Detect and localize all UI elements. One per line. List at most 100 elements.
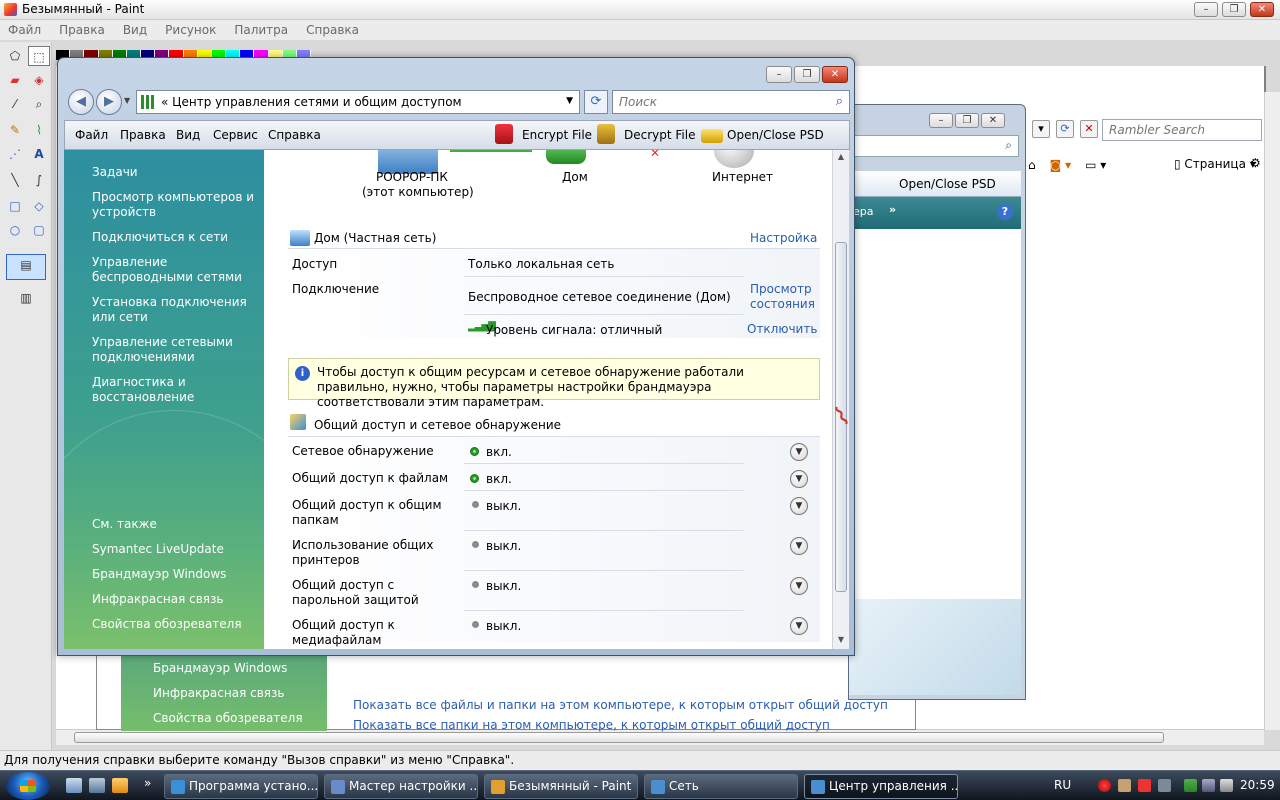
main-vertical-scrollbar[interactable]: ▲ ▼ (832, 150, 849, 649)
color-picker-icon[interactable]: ⁄ (4, 94, 26, 114)
internet-globe-icon[interactable] (714, 150, 754, 168)
paint-vertical-scrollbar[interactable] (1264, 92, 1280, 730)
taskbar-button[interactable]: Сеть (644, 774, 798, 799)
volume-icon[interactable] (1220, 779, 1233, 792)
eraser-icon[interactable]: ▰ (4, 70, 26, 90)
bg-link-show-all-files[interactable]: Показать все файлы и папки на этом компь… (353, 698, 888, 712)
history-chevron-down-icon[interactable]: ▼ (124, 96, 130, 105)
rounded-rect-tool-icon[interactable]: ▢ (28, 220, 50, 240)
antivirus-icon[interactable] (1098, 779, 1111, 792)
task-connect-network[interactable]: Подключиться к сети (92, 230, 260, 245)
bg-open-close-psd[interactable]: Open/Close PSD (899, 177, 996, 191)
battery-icon[interactable] (1184, 779, 1197, 792)
media-player-icon[interactable] (112, 778, 128, 793)
language-indicator[interactable]: RU (1054, 778, 1071, 792)
home-network-icon[interactable] (546, 150, 586, 164)
maximize-button[interactable]: ❐ (794, 66, 820, 83)
start-button[interactable] (6, 772, 50, 800)
tray-device-icon[interactable] (1158, 779, 1171, 792)
switch-windows-icon[interactable] (89, 778, 105, 793)
taskbar-button[interactable]: Безымянный - Paint (484, 774, 638, 799)
link-browser-properties[interactable]: Свойства обозревателя (92, 617, 260, 632)
polygon-tool-icon[interactable]: ◇ (28, 196, 50, 216)
quicklaunch-more-icon[interactable]: » (144, 776, 151, 790)
help-icon[interactable]: ? (997, 204, 1013, 220)
decrypt-file-button[interactable]: Decrypt File (624, 128, 695, 142)
magnifier-icon[interactable]: ⌕ (28, 94, 50, 114)
taskbar-button[interactable]: Программа устано... (164, 774, 318, 799)
rectangle-tool-icon[interactable]: □ (4, 196, 26, 216)
taskbar-button[interactable]: Центр управления ... (804, 774, 958, 799)
rambler-search-input[interactable]: Rambler Search (1102, 119, 1262, 141)
tray-app-icon[interactable] (1118, 779, 1131, 792)
bg-link-infrared[interactable]: Инфракрасная связь (153, 686, 284, 700)
scroll-up-arrow-icon[interactable]: ▲ (835, 152, 847, 164)
ellipse-tool-icon[interactable]: ○ (4, 220, 26, 240)
bg-search-icon[interactable]: ⌕ (1005, 138, 1012, 153)
paint-menu-view[interactable]: Вид (123, 23, 147, 37)
paint-minimize-button[interactable]: – (1194, 2, 1218, 17)
transparent-mode-icon[interactable]: ▤ (6, 254, 46, 280)
brush-icon[interactable]: ⌇ (28, 120, 50, 140)
link-infrared[interactable]: Инфракрасная связь (92, 592, 260, 607)
fill-icon[interactable]: ◈ (28, 70, 50, 90)
network-tray-icon[interactable] (1202, 779, 1215, 792)
bg-link-show-all-folders[interactable]: Показать все папки на этом компьютере, к… (353, 718, 830, 732)
airbrush-icon[interactable]: ⋰ (4, 144, 26, 164)
bg-close-button[interactable]: ✕ (981, 113, 1005, 128)
paint-menu-colors[interactable]: Палитра (234, 23, 288, 37)
paint-maximize-button[interactable]: ❐ (1222, 2, 1246, 17)
network-settings-link[interactable]: Настройка (750, 231, 817, 245)
ie-dropdown-icon[interactable]: ▾ (1032, 120, 1050, 138)
close-button[interactable]: ✕ (822, 66, 848, 83)
expand-chevron-down-icon[interactable]: ▼ (790, 537, 808, 555)
clock[interactable]: 20:59 (1240, 778, 1275, 792)
disconnect-link[interactable]: Отключить (747, 322, 817, 336)
address-chevron-down-icon[interactable]: ▼ (566, 96, 573, 106)
paint-menu-image[interactable]: Рисунок (165, 23, 216, 37)
encrypt-file-button[interactable]: Encrypt File (522, 128, 592, 142)
rss-icon[interactable]: ◙ ▾ (1050, 158, 1071, 172)
minimize-button[interactable]: – (766, 66, 792, 83)
search-icon[interactable]: ⌕ (836, 94, 843, 109)
forward-arrow-icon[interactable]: ▶ (96, 89, 122, 115)
open-close-psd-button[interactable]: Open/Close PSD (727, 128, 824, 142)
back-arrow-icon[interactable]: ◀ (68, 89, 94, 115)
paint-menu-help[interactable]: Справка (306, 23, 359, 37)
print-icon[interactable]: ▭ ▾ (1085, 158, 1106, 172)
menu-tools[interactable]: Сервис (213, 128, 258, 142)
menu-file[interactable]: Файл (75, 128, 108, 142)
taskbar-button[interactable]: Мастер настройки ... (324, 774, 478, 799)
bg-maximize-button[interactable]: ❐ (955, 113, 979, 128)
bg-link-browser-props[interactable]: Свойства обозревателя (153, 711, 303, 725)
show-desktop-icon[interactable] (66, 778, 82, 793)
text-tool-icon[interactable]: A (28, 144, 50, 164)
opaque-mode-icon[interactable]: ▥ (6, 288, 46, 314)
paint-hscroll-thumb[interactable] (74, 732, 1164, 743)
expand-chevron-down-icon[interactable]: ▼ (790, 470, 808, 488)
view-status-link[interactable]: Просмотр состояния (750, 282, 820, 312)
bg-nav-more-icon[interactable]: » (889, 203, 896, 216)
expand-chevron-down-icon[interactable]: ▼ (790, 577, 808, 595)
home-icon[interactable]: ⌂ (1028, 158, 1036, 172)
task-manage-wireless[interactable]: Управление беспроводными сетями (92, 255, 260, 285)
search-input[interactable]: Поиск ⌕ (612, 90, 850, 114)
page-menu-button[interactable]: ▯ Страница ▾ (1174, 157, 1256, 171)
bg-address-bar[interactable]: ⌕ (849, 135, 1019, 157)
refresh-icon[interactable]: ⟳ (584, 90, 608, 114)
line-tool-icon[interactable]: ╲ (4, 170, 26, 190)
bg-minimize-button[interactable]: – (929, 113, 953, 128)
task-manage-connections[interactable]: Управление сетевыми подключениями (92, 335, 260, 365)
curve-tool-icon[interactable]: ∫ (28, 170, 50, 190)
ie-refresh-icon[interactable]: ⟳ (1056, 120, 1074, 138)
expand-chevron-down-icon[interactable]: ▼ (790, 443, 808, 461)
tools-gear-icon[interactable]: ⚙ (1250, 156, 1261, 170)
paint-menu-file[interactable]: Файл (8, 23, 41, 37)
task-setup-connection[interactable]: Установка подключения или сети (92, 295, 260, 325)
menu-edit[interactable]: Правка (120, 128, 166, 142)
bg-link-firewall[interactable]: Брандмауэр Windows (153, 661, 287, 675)
paint-close-button[interactable]: ✕ (1250, 2, 1274, 17)
menu-view[interactable]: Вид (176, 128, 200, 142)
task-diagnose[interactable]: Диагностика и восстановление (92, 375, 260, 405)
address-bar[interactable]: « Центр управления сетями и общим доступ… (136, 90, 580, 114)
